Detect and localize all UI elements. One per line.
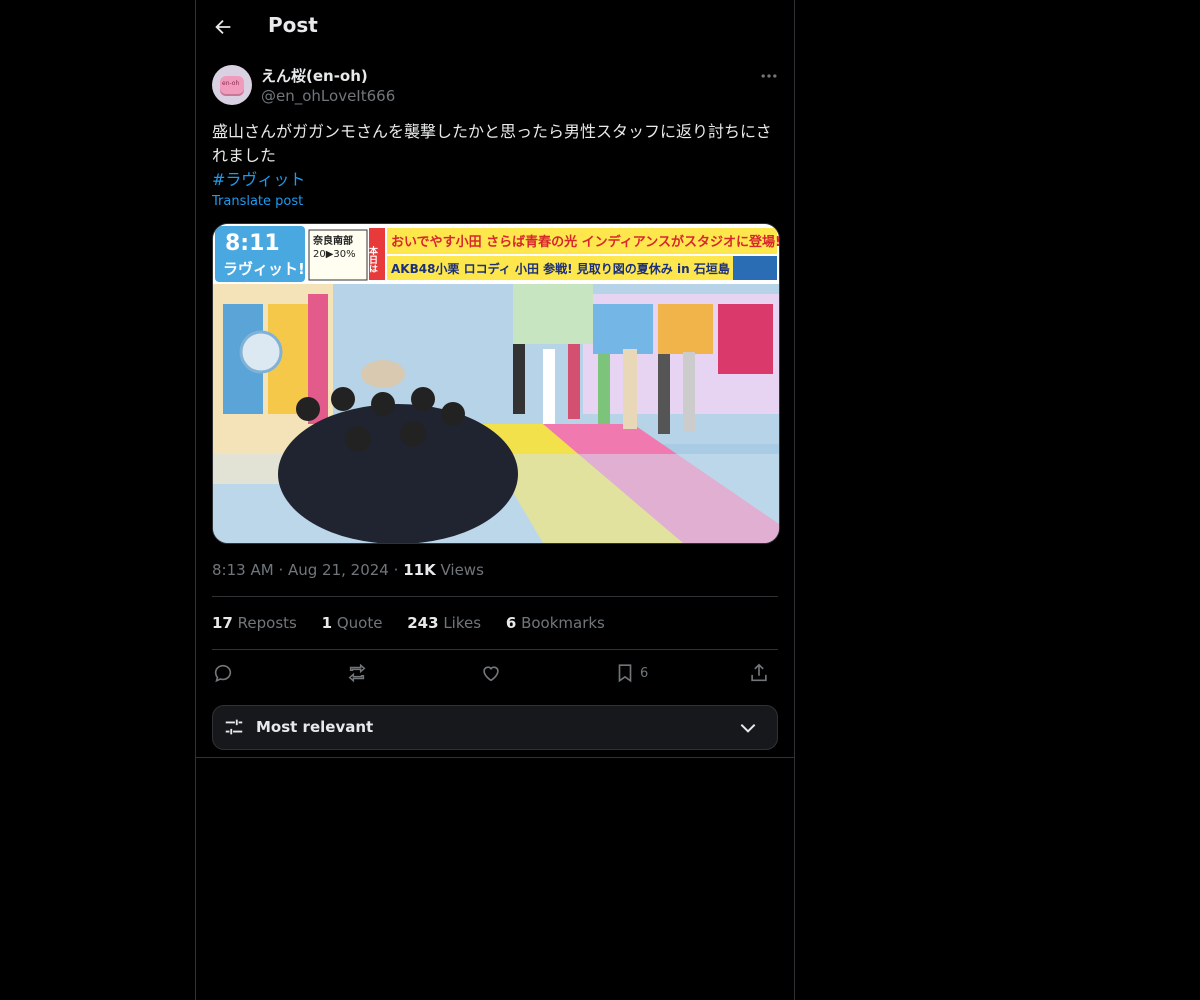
hashtag-link[interactable]: #ラヴィット: [212, 168, 305, 192]
author-name[interactable]: えん桜(en-oh): [261, 65, 368, 86]
tune-icon: [223, 716, 245, 738]
action-bar: 6: [212, 660, 778, 688]
engagement-stats: 17 Reposts 1 Quote 243 Likes 6 Bookmarks: [212, 614, 625, 632]
chevron-down-icon: [737, 718, 759, 738]
post-meta: 8:13 AM · Aug 21, 2024 · 11K Views: [212, 561, 484, 579]
quotes-stat[interactable]: 1 Quote: [322, 614, 383, 632]
post-header: Post: [196, 0, 794, 53]
avatar[interactable]: en-oh: [212, 65, 252, 105]
reply-sort-dropdown[interactable]: Most relevant: [212, 705, 778, 750]
media-illustration: 8:11 ラヴィット! 奈良南部 20▶30% 本日は おいでやす小田 さらば青…: [213, 224, 779, 543]
sort-label: Most relevant: [256, 718, 374, 736]
divider: [196, 757, 794, 758]
like-icon[interactable]: [480, 662, 502, 686]
divider: [212, 649, 778, 650]
repost-icon[interactable]: [346, 662, 368, 686]
svg-text:8:11: 8:11: [225, 231, 280, 256]
bookmark-count: 6: [640, 666, 649, 681]
post-time[interactable]: 8:13 AM: [212, 561, 274, 579]
svg-text:20▶30%: 20▶30%: [313, 249, 356, 260]
back-arrow-icon[interactable]: [212, 16, 234, 38]
svg-text:おいでやす小田 さらば青春の光 インディアンスがスタジオに登: おいでやす小田 さらば青春の光 インディアンスがスタジオに登場!: [391, 234, 779, 250]
share-icon[interactable]: [748, 662, 770, 686]
author-handle[interactable]: @en_ohLoveIt666: [261, 87, 395, 105]
views-label: Views: [440, 561, 484, 579]
svg-text:奈良南部: 奈良南部: [312, 234, 353, 247]
likes-stat[interactable]: 243 Likes: [407, 614, 481, 632]
tweet-text: 盛山さんがガガンモさんを襲撃したかと思ったら男性スタッフに返り討ちにされました: [212, 122, 772, 165]
svg-text:ラヴィット!: ラヴィット!: [223, 260, 305, 278]
reply-icon[interactable]: [212, 662, 234, 686]
svg-text:AKB48小栗 ロコディ 小田 参戦! 見取り図の夏休み i: AKB48小栗 ロコディ 小田 参戦! 見取り図の夏休み in 石垣島: [391, 261, 730, 276]
bookmark-icon[interactable]: 6: [614, 662, 648, 686]
views-count: 11K: [403, 561, 436, 579]
page-title: Post: [268, 13, 318, 37]
meta-separator: ·: [278, 561, 284, 579]
translate-link[interactable]: Translate post: [212, 194, 303, 209]
svg-text:本日は: 本日は: [367, 245, 378, 273]
bookmarks-stat[interactable]: 6 Bookmarks: [506, 614, 605, 632]
tweet-media-image[interactable]: 8:11 ラヴィット! 奈良南部 20▶30% 本日は おいでやす小田 さらば青…: [212, 223, 780, 544]
avatar-image: en-oh: [220, 76, 244, 94]
more-dots-icon[interactable]: [759, 66, 779, 86]
reposts-stat[interactable]: 17 Reposts: [212, 614, 297, 632]
meta-separator: ·: [393, 561, 399, 579]
divider: [212, 596, 778, 597]
post-column: Post en-oh えん桜(en-oh) @en_ohLoveIt666 盛山…: [195, 0, 795, 1000]
post-date[interactable]: Aug 21, 2024: [288, 561, 389, 579]
